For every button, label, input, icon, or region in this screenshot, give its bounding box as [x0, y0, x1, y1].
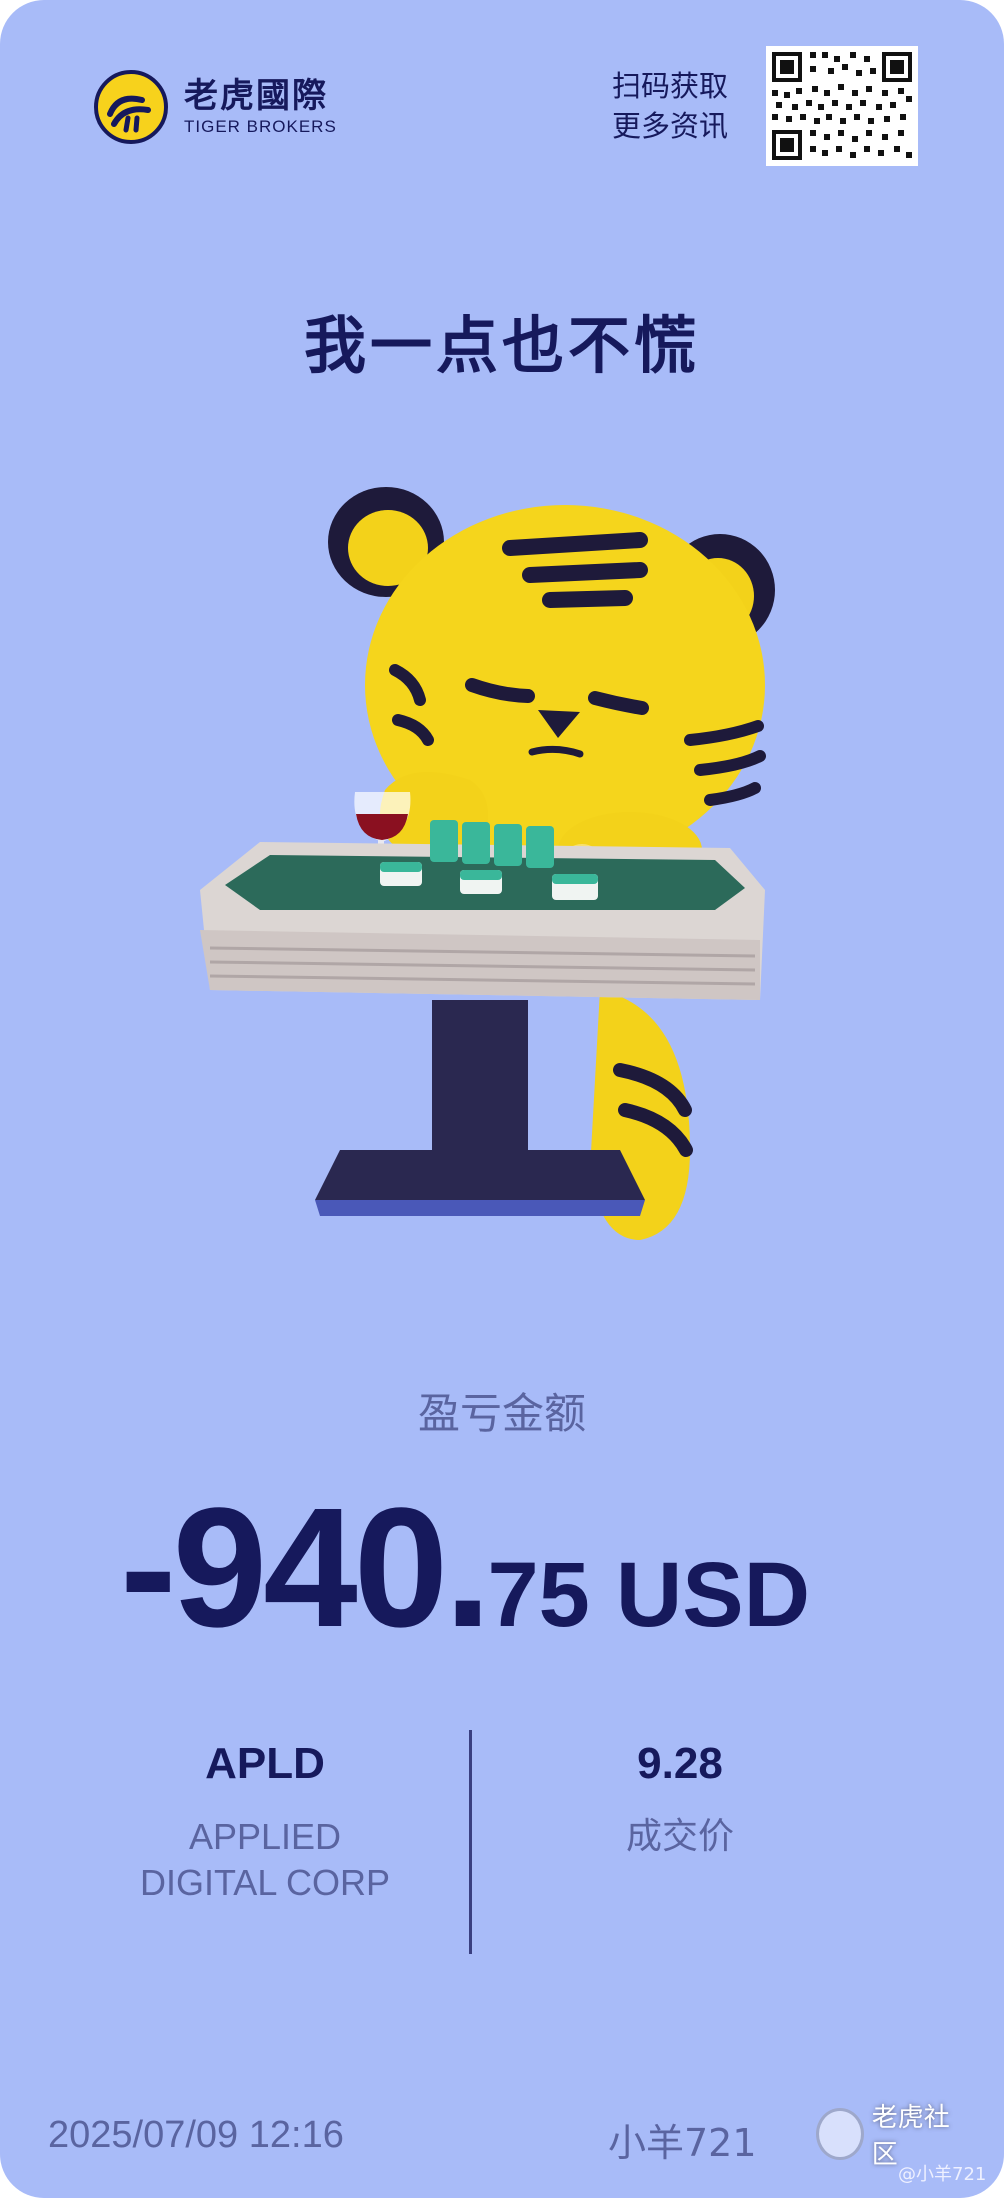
brand-logo: 老虎國際 TIGER BROKERS — [94, 68, 337, 146]
trade-info: 9.28 成交价 — [500, 1736, 860, 1860]
stat-divider — [469, 1730, 472, 1954]
stock-info: APLD APPLIED DIGITAL CORP — [60, 1736, 470, 1906]
scan-prompt: 扫码获取 更多资讯 — [612, 66, 728, 146]
qr-code-icon[interactable] — [766, 46, 918, 166]
pnl-amount: -940.75 USD — [120, 1470, 810, 1666]
watermark-icon — [816, 2108, 864, 2160]
pnl-currency: USD — [615, 1544, 811, 1646]
watermark-sub: @小羊721 — [898, 2164, 987, 2185]
stock-company-name: APPLIED DIGITAL CORP — [60, 1814, 470, 1906]
pnl-integer: -940. — [120, 1473, 491, 1663]
trade-price: 9.28 — [637, 1739, 723, 1788]
community-watermark: 老虎社区 — [816, 2102, 966, 2170]
tiger-mascot-illustration — [170, 470, 790, 1290]
company-line-2: DIGITAL CORP — [139, 1862, 391, 1903]
brand-name-cn: 老虎國際 — [184, 76, 328, 116]
pnl-decimal: 75 — [487, 1544, 590, 1646]
trade-price-label: 成交价 — [625, 1816, 734, 1857]
company-line-1: APPLIED — [188, 1816, 342, 1857]
scan-line-2: 更多资讯 — [611, 109, 728, 143]
stock-ticker: APLD — [205, 1739, 325, 1788]
tiger-logo-icon — [94, 70, 168, 144]
pnl-label: 盈亏金额 — [417, 1389, 586, 1438]
footer-datetime: 2025/07/09 12:16 — [48, 2114, 344, 2156]
brand-name-en: TIGER BROKERS — [184, 117, 337, 136]
share-card: 老虎國際 TIGER BROKERS 扫码获取 更多资讯 我一点也不慌 盈亏金额… — [0, 0, 1004, 2198]
scan-line-1: 扫码获取 — [611, 69, 728, 103]
headline: 我一点也不慌 — [303, 309, 700, 382]
footer-username: 小羊721 — [608, 2121, 757, 2165]
